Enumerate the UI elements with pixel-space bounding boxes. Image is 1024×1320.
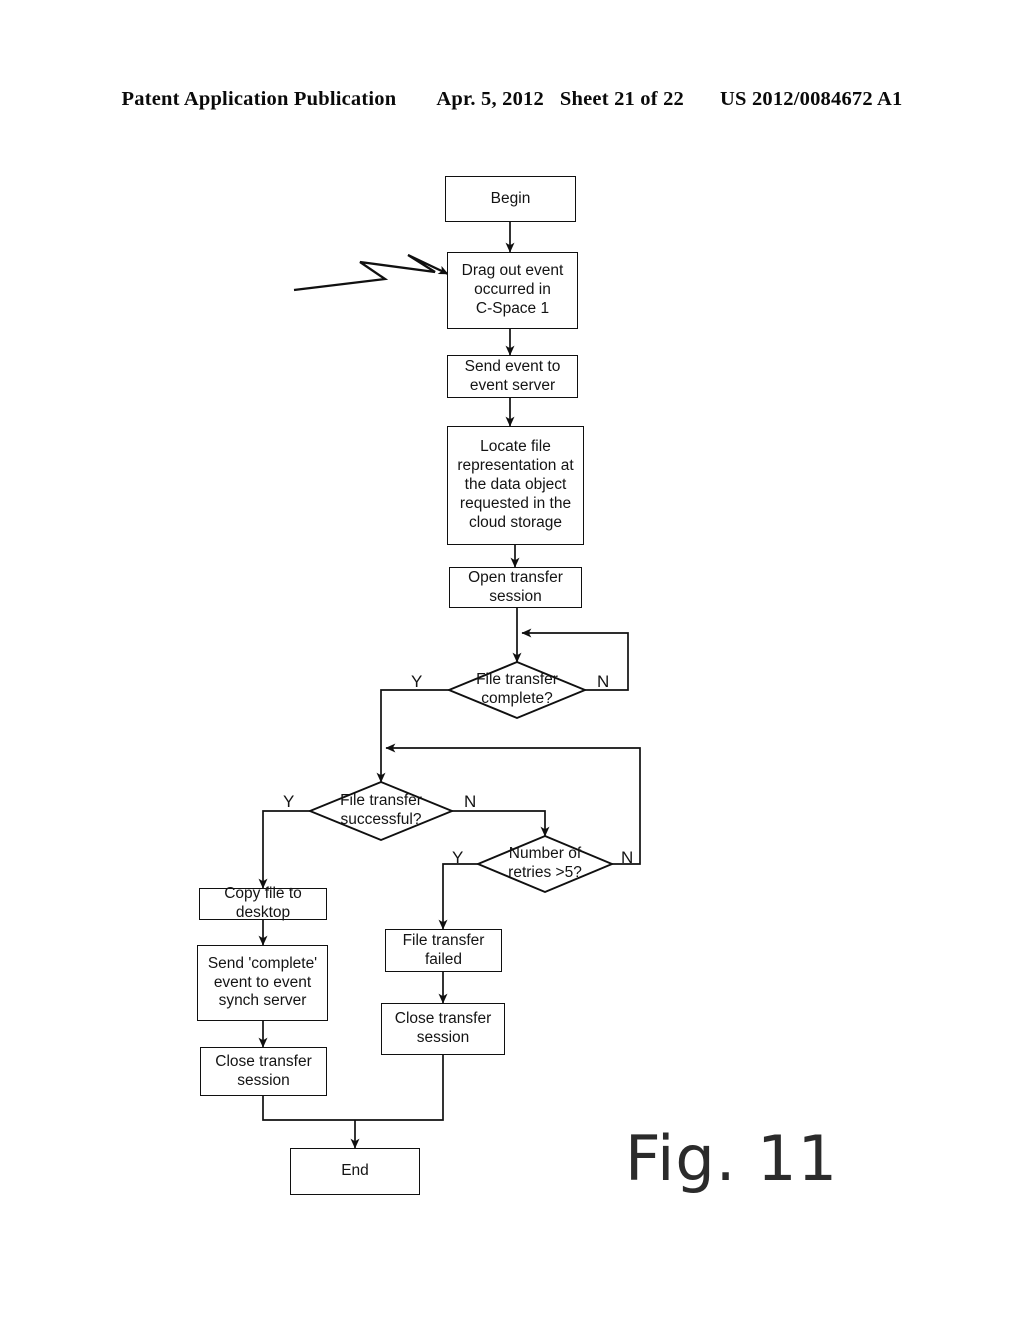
node-close-transfer-session-mid-label: Close transfer session: [394, 1010, 492, 1046]
node-end[interactable]: End: [290, 1148, 420, 1195]
figure-caption: Fig. 11: [625, 1122, 839, 1195]
branch-label-complete-yes: Y: [411, 672, 423, 691]
node-send-complete-event[interactable]: Send 'complete' event to event synch ser…: [197, 945, 328, 1021]
node-locate-file[interactable]: Locate file representation at the data o…: [447, 426, 584, 545]
node-begin[interactable]: Begin: [445, 176, 576, 222]
branch-label-successful-no: N: [464, 792, 477, 811]
node-close-transfer-session-left[interactable]: Close transfer session: [200, 1047, 327, 1096]
node-drag-out-event[interactable]: Drag out event occurred in C-Space 1: [447, 252, 578, 329]
node-open-transfer-session[interactable]: Open transfer session: [449, 567, 582, 608]
branch-label-retries-no: N: [621, 848, 634, 867]
node-end-label: End: [341, 1162, 369, 1180]
node-locate-file-label: Locate file representation at the data o…: [457, 438, 574, 531]
branch-label-complete-no: N: [597, 672, 610, 691]
node-send-event-label: Send event to event server: [464, 357, 561, 394]
node-send-event[interactable]: Send event to event server: [447, 355, 578, 398]
flowchart-figure: Begin Drag out event occurred in C-Space…: [0, 0, 1024, 1320]
branch-label-successful-yes: Y: [283, 792, 295, 811]
node-copy-file-to-desktop-label: Copy file to desktop: [224, 885, 302, 921]
node-send-complete-event-label: Send 'complete' event to event synch ser…: [207, 954, 318, 1010]
node-begin-label: Begin: [490, 189, 531, 207]
branch-label-retries-yes: Y: [452, 848, 464, 867]
node-file-transfer-failed-label: File transfer failed: [402, 931, 485, 968]
node-copy-file-to-desktop[interactable]: Copy file to desktop: [199, 885, 327, 921]
node-drag-out-event-label: Drag out event occurred in C-Space 1: [461, 262, 564, 317]
node-open-transfer-session-label: Open transfer session: [468, 568, 563, 605]
node-close-transfer-session-mid[interactable]: Close transfer session: [381, 1003, 505, 1055]
node-close-transfer-session-left-label: Close transfer session: [215, 1052, 312, 1089]
node-file-transfer-failed[interactable]: File transfer failed: [385, 929, 502, 972]
